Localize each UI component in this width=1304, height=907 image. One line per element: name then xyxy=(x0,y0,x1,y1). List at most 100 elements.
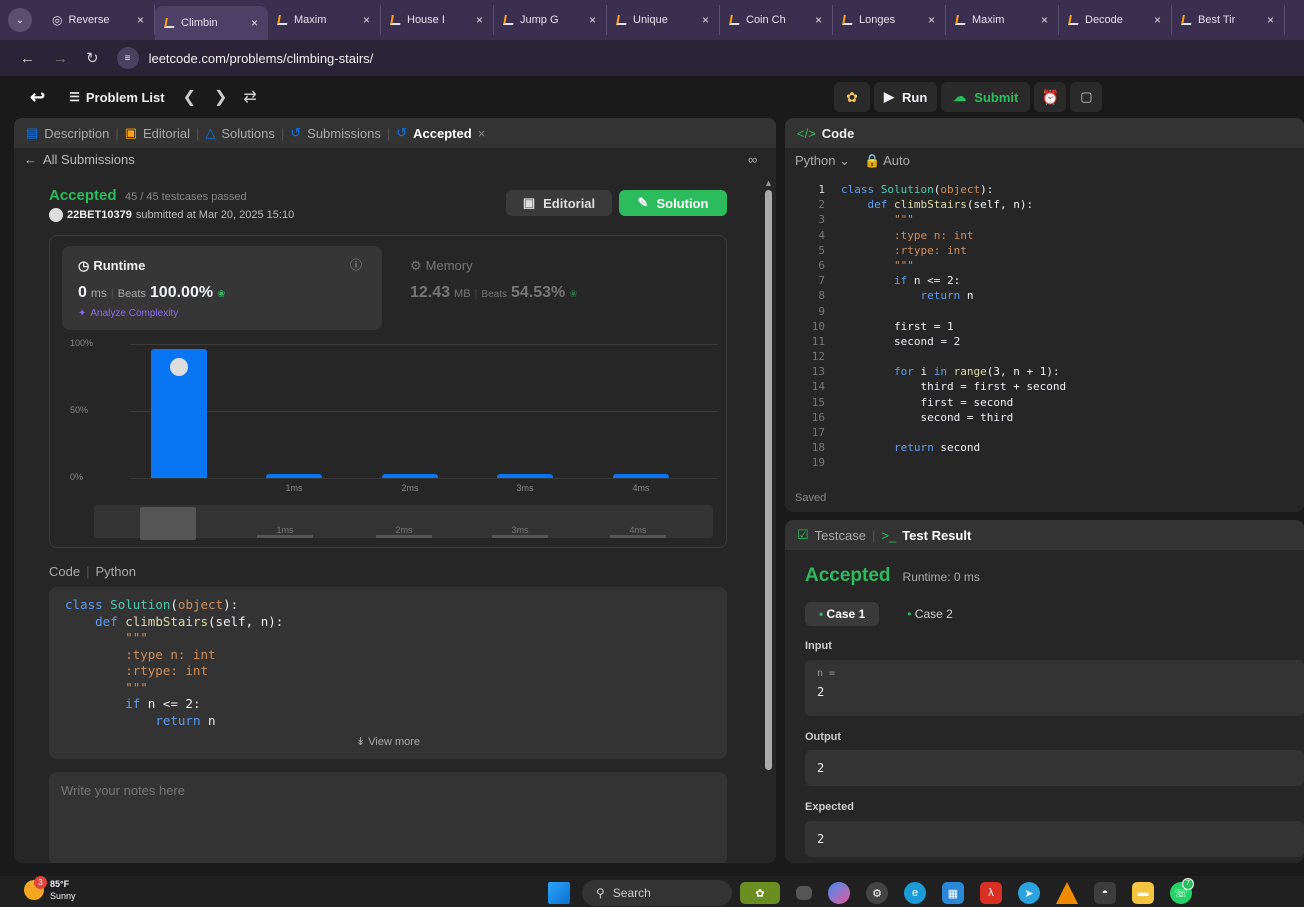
code-line[interactable] xyxy=(841,349,1066,364)
problem-list-button[interactable]: ☰ Problem List xyxy=(69,90,165,105)
code-line[interactable]: """ xyxy=(841,258,1066,273)
tab-test-result[interactable]: Test Result xyxy=(902,528,971,543)
solution-button[interactable]: ✎ Solution xyxy=(619,190,727,216)
case-1-button[interactable]: • Case 1 xyxy=(805,602,880,626)
scrollbar-thumb[interactable] xyxy=(764,190,772,770)
code-line[interactable]: second = third xyxy=(841,410,1066,425)
submit-button[interactable]: ☁ Submit xyxy=(941,82,1031,112)
tab-accepted[interactable]: Accepted xyxy=(413,126,472,141)
code-line[interactable]: second = 2 xyxy=(841,334,1066,349)
code-line[interactable]: :type n: int xyxy=(841,228,1066,243)
prev-problem-icon[interactable]: ❮ xyxy=(183,87,196,107)
close-icon[interactable]: × xyxy=(815,13,822,27)
close-tab-icon[interactable]: × xyxy=(478,126,486,141)
browser-tab[interactable]: Maxim × xyxy=(268,5,381,35)
close-icon[interactable]: × xyxy=(251,16,258,30)
info-icon[interactable]: ⓘ xyxy=(350,256,362,273)
pdf-icon[interactable]: λ xyxy=(980,882,1002,904)
code-line[interactable]: """ xyxy=(841,212,1066,227)
code-line[interactable]: return n xyxy=(841,288,1066,303)
auto-mode[interactable]: 🔒 Auto xyxy=(864,153,910,169)
code-line[interactable]: :rtype: int xyxy=(841,243,1066,258)
tab-testcase[interactable]: Testcase xyxy=(815,528,866,543)
copilot-icon[interactable] xyxy=(828,882,850,904)
code-line[interactable]: def climbStairs(self, n): xyxy=(841,197,1066,212)
weather-widget[interactable]: 3 85°F Sunny xyxy=(24,876,76,902)
search-box[interactable]: ⚲ Search xyxy=(582,880,732,906)
browser-tab[interactable]: ◎ Reverse × xyxy=(42,5,155,35)
code-line[interactable] xyxy=(841,425,1066,440)
alarm-button[interactable]: ⏰ xyxy=(1034,82,1067,112)
tab-description[interactable]: Description xyxy=(44,126,109,141)
close-icon[interactable]: × xyxy=(137,13,144,27)
telegram-icon[interactable]: ➤ xyxy=(1018,882,1040,904)
browser-tab[interactable]: House I × xyxy=(381,5,494,35)
debug-button[interactable]: ✿ xyxy=(834,82,870,112)
browser-tab[interactable]: Best Tir × xyxy=(1172,5,1285,35)
code-line[interactable]: for i in range(3, n + 1): xyxy=(841,364,1066,379)
site-info-icon[interactable]: ≡ xyxy=(116,47,139,69)
language-select[interactable]: Python ⌄ xyxy=(795,153,850,169)
code-line[interactable] xyxy=(841,304,1066,319)
tab-editorial[interactable]: Editorial xyxy=(143,126,190,141)
close-icon[interactable]: × xyxy=(476,13,483,27)
range-handle[interactable] xyxy=(140,507,196,540)
back-icon[interactable]: ← xyxy=(20,50,35,67)
leetcode-logo-icon[interactable]: ↩ xyxy=(30,87,45,108)
browser-tab[interactable]: Climbin × xyxy=(155,6,268,40)
edge-icon[interactable]: e xyxy=(904,882,926,904)
link-icon[interactable]: ∞ xyxy=(748,152,757,167)
store-icon[interactable]: ▦ xyxy=(942,882,964,904)
browser-tab[interactable]: Decode × xyxy=(1059,5,1172,35)
task-view-icon[interactable] xyxy=(796,886,812,900)
app-icon[interactable]: ◓ xyxy=(1094,882,1116,904)
code-line[interactable]: if n <= 2: xyxy=(841,273,1066,288)
editorial-button[interactable]: ▣ Editorial xyxy=(506,190,612,216)
tab-submissions[interactable]: Submissions xyxy=(307,126,381,141)
notes-area[interactable]: Write your notes here xyxy=(49,772,727,863)
browser-tab[interactable]: Coin Ch × xyxy=(720,5,833,35)
windows-start-icon[interactable] xyxy=(548,882,570,904)
whatsapp-icon[interactable]: ☏ 7 xyxy=(1170,878,1194,904)
code-line[interactable]: class Solution(object): xyxy=(841,182,1066,197)
settings-icon[interactable]: ⚙ xyxy=(866,882,888,904)
tab-list-dropdown[interactable]: ⌄ xyxy=(8,8,32,32)
browser-tab[interactable]: Unique × xyxy=(607,5,720,35)
shuffle-icon[interactable]: ⇄ xyxy=(243,87,256,107)
close-icon[interactable]: × xyxy=(928,13,935,27)
tab-solutions[interactable]: Solutions xyxy=(221,126,274,141)
close-icon[interactable]: × xyxy=(589,13,596,27)
avatar[interactable] xyxy=(49,208,63,222)
browser-tab[interactable]: Maxim × xyxy=(946,5,1059,35)
code-line[interactable]: first = 1 xyxy=(841,319,1066,334)
code-line[interactable]: first = second xyxy=(841,395,1066,410)
range-selector[interactable]: 1ms 2ms 3ms 4ms xyxy=(94,505,713,540)
notes-button[interactable]: ▢ xyxy=(1070,82,1103,112)
code-line[interactable]: return second xyxy=(841,440,1066,455)
close-icon[interactable]: × xyxy=(363,13,370,27)
vlc-icon[interactable] xyxy=(1056,882,1078,904)
reload-icon[interactable]: ↻ xyxy=(86,49,99,67)
username[interactable]: 22BET10379 xyxy=(67,209,132,221)
code-line[interactable]: third = first + second xyxy=(841,379,1066,394)
next-problem-icon[interactable]: ❯ xyxy=(214,87,227,107)
code-editor[interactable]: 1 2 3 4 5 6 7 8 9 10 11 12 13 14 15 16 17 18 19 class Solu… xyxy=(785,182,1304,482)
analyze-complexity-link[interactable]: ✦ Analyze Complexity xyxy=(78,308,178,319)
case-2-button[interactable]: • Case 2 xyxy=(893,602,967,626)
code-line[interactable] xyxy=(841,455,1066,470)
runtime-card[interactable]: ◷ Runtime ⓘ 0 ms | Beats 100.00% ❀ ✦ Ana… xyxy=(62,246,382,330)
memory-card[interactable]: ⚙ Memory 12.43 MB | Beats 54.53% ❀ xyxy=(398,246,698,330)
browser-tab[interactable]: Jump G × xyxy=(494,5,607,35)
left-scrollbar[interactable]: ▲ xyxy=(764,178,773,863)
forward-icon[interactable]: → xyxy=(53,50,68,67)
browser-tab[interactable]: Longes × xyxy=(833,5,946,35)
run-button[interactable]: ▶ Run xyxy=(874,82,938,112)
close-icon[interactable]: × xyxy=(1154,13,1161,27)
url-text[interactable]: leetcode.com/problems/climbing-stairs/ xyxy=(149,51,374,66)
all-submissions-link[interactable]: ← All Submissions xyxy=(24,152,135,167)
file-explorer-icon[interactable]: ▬ xyxy=(1132,882,1154,904)
widgets-icon[interactable]: ✿ xyxy=(740,882,780,904)
close-icon[interactable]: × xyxy=(1267,13,1274,27)
close-icon[interactable]: × xyxy=(1041,13,1048,27)
view-more-button[interactable]: ↡ View more xyxy=(49,735,727,748)
